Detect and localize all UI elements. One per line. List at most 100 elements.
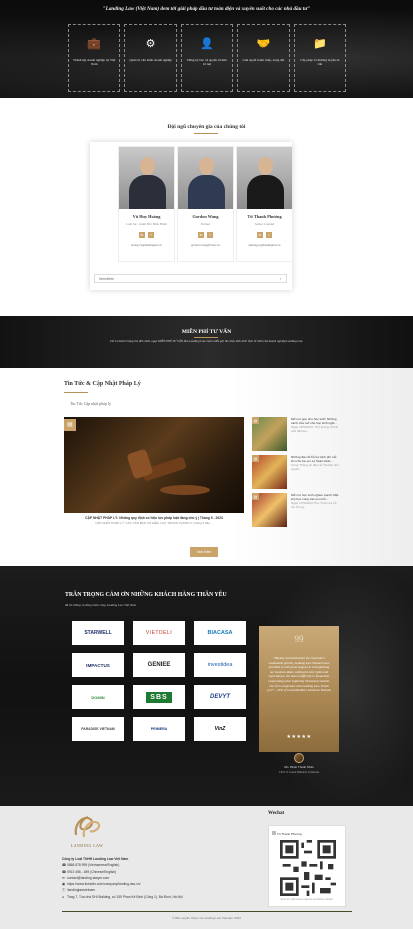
rating-stars-icon: ★★★★★ [286,734,312,740]
qr-code-icon [280,840,336,896]
client-logo[interactable]: DEVYT [194,685,246,709]
expert-name: Vũ Huy Hoàng [132,214,161,219]
consult-title: MIỄN PHÍ TƯ VẤN [181,329,232,335]
service-card-establish[interactable]: 💼 Thành lập doanh nghiệp tại Việt Nam [68,24,121,92]
service-card-label: Đăng ký bảo vệ quyền sở hữu trí tuệ [187,58,227,67]
free-consult-banner[interactable]: MIỄN PHÍ TƯ VẤN Để trợ khách hàng tìm đế… [0,316,413,368]
side-article[interactable]: ▤ Mở mơ học sinh nghèo mạnh: Một lớp học… [252,493,342,529]
client-logo-text: BIACASA [207,630,233,636]
client-logo-text: STARWELL [84,630,112,636]
client-logo-text: SBS [146,691,172,703]
expert-face [140,157,155,175]
testimonial-number: 99 [294,634,304,644]
service-cards: 💼 Thành lập doanh nghiệp tại Việt Nam ⚙ … [68,24,347,92]
news-category-link[interactable]: Tin Tức Cập nhật pháp lý [70,401,111,406]
client-logo-text: IMPACTUS [86,662,110,668]
expert-silhouette [247,175,284,209]
hero-title: "Landing Law (Việt Nam) đem tới giải phá… [102,6,311,12]
side-article-thumbnail[interactable]: ▤ [252,493,287,527]
side-article-text: Mở mơ học sinh nghèo mạnh: Một lớp học c… [291,493,341,510]
article-icon: ▤ [252,417,259,424]
client-logo-text: PARADISE VIETNAM [81,727,115,731]
article-icon: ▤ [64,419,76,431]
client-logo[interactable]: PARADISE VIETNAM [72,717,124,741]
user-shield-icon: 👤 [200,37,214,50]
side-article-text: Mở mơ gọn cho học sinh: Những cánh cửa m… [291,417,341,434]
expert-card[interactable]: Từ Thanh Phương Senior Counsel in f phuo… [236,146,293,262]
avatar [272,831,276,835]
side-article-thumbnail[interactable]: ▤ [252,455,287,489]
expert-email[interactable]: phuong.tu@landinglaw.vn [237,243,292,247]
linkedin-icon[interactable]: in [257,232,263,238]
expert-silhouette [188,175,225,209]
footer-divider [62,911,352,912]
client-logo[interactable]: investidea [194,653,246,677]
service-card-license[interactable]: 📁 Cấp phép và thường xuyên tư vấn [293,24,347,92]
service-card-dispute[interactable]: 🤝 Giải quyết tranh chấp, xung đột [237,24,290,92]
expert-email[interactable]: gordon.wang@lvlaw.vn [178,243,233,247]
facebook-icon[interactable]: f [148,232,154,238]
service-card-management[interactable]: ⚙ Quản trị vận hành doanh nghiệp [124,24,177,92]
consult-divider [194,337,218,338]
client-logo[interactable]: VinZ [194,717,246,741]
client-logo-text: GENIEE [147,662,171,668]
folder-icon: 📁 [312,37,327,50]
testimonial-text: "Having consulted about the corporate's … [267,656,331,693]
client-logo-text: PRIMERA [150,727,168,731]
clients-title: TRÂN TRỌNG CẢM ƠN NHỮNG KHÁCH HÀNG THÂN … [65,592,227,598]
side-article-title[interactable]: Những địa chỉ hỗ trợ kinh phí mở lớn cho… [291,455,337,463]
facebook-icon[interactable]: f [207,232,213,238]
expert-card[interactable]: Gordon Wang Partner in f gordon.wang@lvl… [177,146,234,262]
side-article-meta: Ngày 17/5/2023 Thư Tước tra hỗ trợ Trung… [291,500,337,509]
client-logo-text: VIETDELI [145,630,173,636]
client-logo[interactable]: VIETDELI [133,621,185,645]
client-logo[interactable]: GENIEE [133,653,185,677]
featured-article-excerpt: CẬP NHẬT PHÁP LÝ: CÁC VĂN BẢN CÓ HIỆU LỰ… [95,521,213,525]
news-title: Tin Tức & Cập Nhật Pháp Lý [64,381,141,387]
side-article-meta: Công Thông tin điện tử Hà Nội như quyết.… [291,462,340,471]
side-article[interactable]: ▤ Mở mơ gọn cho học sinh: Những cánh cửa… [252,417,342,453]
client-logo[interactable]: IMPACTUS [72,653,124,677]
client-logo[interactable]: STARWELL [72,621,124,645]
expert-photo [119,147,174,209]
more-label: Xem thêm [99,277,114,281]
side-article-title[interactable]: Mở mơ gọn cho học sinh: Những cánh cửa m… [291,417,337,425]
service-card-ip[interactable]: 👤 Đăng ký bảo vệ quyền sở hữu trí tuệ [180,24,234,92]
client-logo[interactable]: DOMIN [72,685,124,709]
expert-card[interactable]: Vũ Huy Hoàng Luật Sư - Giám Đốc Điều Hàn… [118,146,175,262]
testimonial-author-role: CEO of Grand Builders Solutions [278,770,320,774]
expert-role: Luật Sư - Giám Đốc Điều Hành [126,222,167,226]
email-link: contact@landing-lawyer.com [67,875,110,880]
qr-owner-name: Từ Thanh Phương [277,832,302,836]
phone-cn: 0913 456 - 489 (Chinese/English) [67,869,117,874]
article-icon: ▤ [252,455,259,462]
expert-face [199,157,214,175]
contact-line: ⌂ Tầng 7, Tòa nhà SHI Building, số 159 Ph… [62,894,262,900]
linkedin-icon[interactable]: in [198,232,204,238]
side-article-title[interactable]: Mở mơ học sinh nghèo mạnh: Một lớp học c… [291,493,338,501]
landing-law-logo[interactable] [70,811,104,841]
side-article-thumbnail[interactable]: ▤ [252,417,287,451]
client-logo[interactable]: SBS [133,685,185,709]
copyright: © Bản quyền thuộc về Landing Law Vietnam… [172,916,241,920]
wechat-qr-card: Từ Thanh Phương Scan the QR code to add … [268,825,346,907]
briefcase-gear-icon: ⚙ [145,37,156,50]
linkedin-icon[interactable]: in [139,232,145,238]
experts-more-button[interactable]: Xem thêm › [94,274,287,283]
side-article[interactable]: ▤ Những địa chỉ hỗ trợ kinh phí mở lớn c… [252,455,342,491]
qr-caption: Scan the QR code to add me as Weixin con… [280,898,334,901]
expert-silhouette [129,175,166,209]
handshake-icon: 🤝 [256,37,271,50]
facebook-icon[interactable]: f [266,232,272,238]
client-logo[interactable]: BIACASA [194,621,246,645]
briefcase-icon: 💼 [87,37,102,50]
expert-email[interactable]: hoang.vu@landinglaw.vn [119,243,174,247]
hero-section: "Landing Law (Việt Nam) đem tới giải phá… [0,0,413,98]
client-logo[interactable]: PRIMERA [133,717,185,741]
featured-article-title[interactable]: CẬP NHẬT PHÁP LÝ: Những quy định có hiệu… [64,516,244,520]
testimonial-author: Ms. Phạm Thanh Nhàn [284,765,314,769]
contact-info: Công ty Luật TNHH Landing Law Việt Nam ☎… [62,856,262,900]
news-more-button[interactable]: Xem thêm [190,547,218,557]
expert-socials: in f [119,232,174,238]
featured-article-image[interactable] [64,417,244,513]
